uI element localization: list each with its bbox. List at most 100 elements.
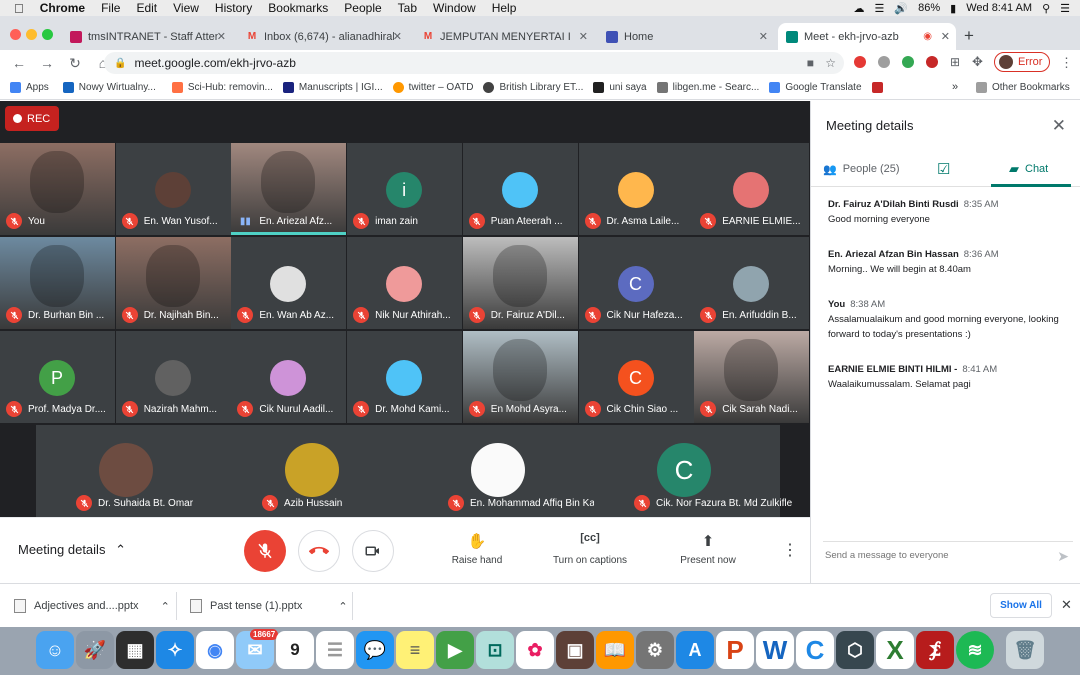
participant-tile[interactable]: Cik Nurul Aadil...: [231, 331, 347, 423]
messages-icon[interactable]: 💬: [356, 631, 394, 669]
participant-tile[interactable]: Nik Nur Athirah...: [347, 237, 463, 329]
bookmark-item[interactable]: libgen.me - Searc...: [656, 82, 759, 93]
participant-tile[interactable]: Dr. Najihah Bin...: [115, 237, 231, 329]
safari-icon[interactable]: ✧: [156, 631, 194, 669]
acrobat-icon[interactable]: ⨋: [916, 631, 954, 669]
citation-app-icon[interactable]: C: [796, 631, 834, 669]
powerpoint-icon[interactable]: P: [716, 631, 754, 669]
tab-home[interactable]: Home ✕: [598, 23, 774, 50]
menu-people[interactable]: People: [344, 1, 381, 15]
bookmark-apps[interactable]: Apps: [10, 82, 49, 93]
menubar-clock[interactable]: Wed 8:41 AM: [966, 2, 1032, 14]
chat-input[interactable]: [825, 550, 1025, 561]
volume-icon[interactable]: 🔊: [894, 2, 908, 15]
menu-tab[interactable]: Tab: [398, 1, 417, 15]
preview-icon[interactable]: ⊡: [476, 631, 514, 669]
close-window-button[interactable]: [10, 29, 21, 40]
tab-tmsintranet[interactable]: tmsINTRANET - Staff Attendance✕: [62, 23, 232, 50]
word-icon[interactable]: W: [756, 631, 794, 669]
extension-icon[interactable]: [902, 56, 914, 68]
menu-app-name[interactable]: Chrome: [40, 1, 85, 15]
overflow-chevron-icon[interactable]: »: [952, 81, 958, 93]
calendar-icon[interactable]: 9: [276, 631, 314, 669]
photo-booth-icon[interactable]: ▦: [116, 631, 154, 669]
reminders-icon[interactable]: ☰: [316, 631, 354, 669]
photos-icon[interactable]: ✿: [516, 631, 554, 669]
extension-icon[interactable]: [878, 56, 890, 68]
more-options-icon[interactable]: ⋮: [782, 540, 798, 560]
participant-tile[interactable]: ▮▮ En. Ariezal Afz...: [231, 143, 347, 235]
participant-tile[interactable]: Dr. Fairuz A'Dil...: [462, 237, 578, 329]
present-now-button[interactable]: ⬆ Present now: [663, 532, 753, 566]
download-item[interactable]: Adjectives and....pptx ⌃: [14, 584, 170, 628]
participant-tile[interactable]: Nazirah Mahm...: [115, 331, 231, 423]
close-icon[interactable]: ✕: [1052, 116, 1066, 136]
notes-icon[interactable]: ≡: [396, 631, 434, 669]
close-tab-icon[interactable]: ✕: [759, 30, 768, 43]
tab-activities[interactable]: ☑: [937, 153, 950, 185]
participant-tile[interactable]: En. Mohammad Affiq Bin Kam...: [408, 425, 612, 517]
show-all-button[interactable]: Show All: [990, 593, 1052, 618]
excel-icon[interactable]: X: [876, 631, 914, 669]
participant-tile[interactable]: Dr. Asma Laile...: [578, 143, 694, 235]
participant-tile[interactable]: En. Wan Ab Az...: [231, 237, 347, 329]
meeting-details-button[interactable]: Meeting details ⌃: [18, 542, 126, 558]
participant-tile[interactable]: i iman zain: [347, 143, 463, 235]
menu-edit[interactable]: Edit: [136, 1, 157, 15]
search-icon[interactable]: ⚲: [1042, 2, 1050, 15]
bookmark-item[interactable]: twitter – OATD: [392, 82, 473, 93]
raise-hand-button[interactable]: ✋ Raise hand: [432, 532, 522, 566]
trash-icon[interactable]: 🗑: [1006, 631, 1044, 669]
app-store-icon[interactable]: A: [676, 631, 714, 669]
spotify-icon[interactable]: ≋: [956, 631, 994, 669]
participant-tile[interactable]: Dr. Suhaida Bt. Omar: [36, 425, 222, 517]
reload-icon[interactable]: ↻: [66, 55, 84, 72]
hexagon-app-icon[interactable]: ⬡: [836, 631, 874, 669]
participant-tile[interactable]: Dr. Burhan Bin ...: [0, 237, 115, 329]
close-tab-icon[interactable]: ✕: [941, 30, 950, 43]
system-preferences-icon[interactable]: ⚙: [636, 631, 674, 669]
participant-tile[interactable]: C Cik. Nor Fazura Bt. Md Zulkifle: [594, 425, 792, 517]
minimize-window-button[interactable]: [26, 29, 37, 40]
books-icon[interactable]: 📖: [596, 631, 634, 669]
bookmark-item[interactable]: Nowy Wirtualny...: [62, 82, 156, 93]
bookmark-item[interactable]: [871, 82, 888, 93]
participant-tile[interactable]: Cik Sarah Nadi...: [694, 331, 810, 423]
mic-toggle-button[interactable]: [244, 530, 286, 572]
captions-button[interactable]: [cc] Turn on captions: [545, 532, 635, 566]
participant-tile[interactable]: You: [0, 143, 115, 235]
participant-tile[interactable]: C Cik Nur Hafeza...: [578, 237, 694, 329]
wifi-icon[interactable]: ☰: [875, 2, 885, 15]
participant-tile[interactable]: En Mohd Asyra...: [462, 331, 578, 423]
forward-icon[interactable]: →: [38, 55, 56, 71]
menu-history[interactable]: History: [215, 1, 252, 15]
bookmark-item[interactable]: uni saya: [593, 82, 647, 93]
menu-window[interactable]: Window: [433, 1, 476, 15]
bookmark-item[interactable]: Manuscripts | IGI...: [282, 82, 383, 93]
participant-tile[interactable]: Azib Hussain: [222, 425, 408, 517]
participant-tile[interactable]: P Prof. Madya Dr....: [0, 331, 115, 423]
participant-tile[interactable]: C Cik Chin Siao ...: [578, 331, 694, 423]
menu-icon[interactable]: ⋮: [1060, 55, 1073, 71]
bookmark-item[interactable]: Sci-Hub: removin...: [171, 82, 273, 93]
puzzle-icon[interactable]: ✥: [972, 54, 983, 70]
tab-people[interactable]: 👥 People (25): [823, 153, 900, 185]
photo-app-icon[interactable]: ▣: [556, 631, 594, 669]
camera-toggle-button[interactable]: [352, 530, 394, 572]
leave-call-button[interactable]: [298, 530, 340, 572]
participant-tile[interactable]: Dr. Mohd Kami...: [347, 331, 463, 423]
facetime-icon[interactable]: ▶: [436, 631, 474, 669]
close-tab-icon[interactable]: ✕: [393, 30, 402, 43]
star-icon[interactable]: ☆: [825, 56, 836, 70]
chevron-up-icon[interactable]: ⌃: [338, 600, 347, 613]
tab-meet[interactable]: Meet - ekh-jrvo-azb ◉ ✕: [778, 23, 956, 50]
battery-percent[interactable]: 86%: [918, 2, 940, 14]
participant-tile[interactable]: EARNIE ELMIE...: [694, 143, 810, 235]
participant-tile[interactable]: En. Wan Yusof...: [115, 143, 231, 235]
participant-tile[interactable]: En. Arifuddin B...: [694, 237, 810, 329]
cloud-icon[interactable]: ☁: [854, 2, 865, 15]
url-text[interactable]: meet.google.com/ekh-jrvo-azb: [134, 56, 295, 70]
chevron-up-icon[interactable]: ⌃: [161, 600, 170, 613]
omnibox[interactable]: 🔒 meet.google.com/ekh-jrvo-azb ■ ☆: [104, 52, 844, 74]
extension-icon[interactable]: [854, 56, 866, 68]
